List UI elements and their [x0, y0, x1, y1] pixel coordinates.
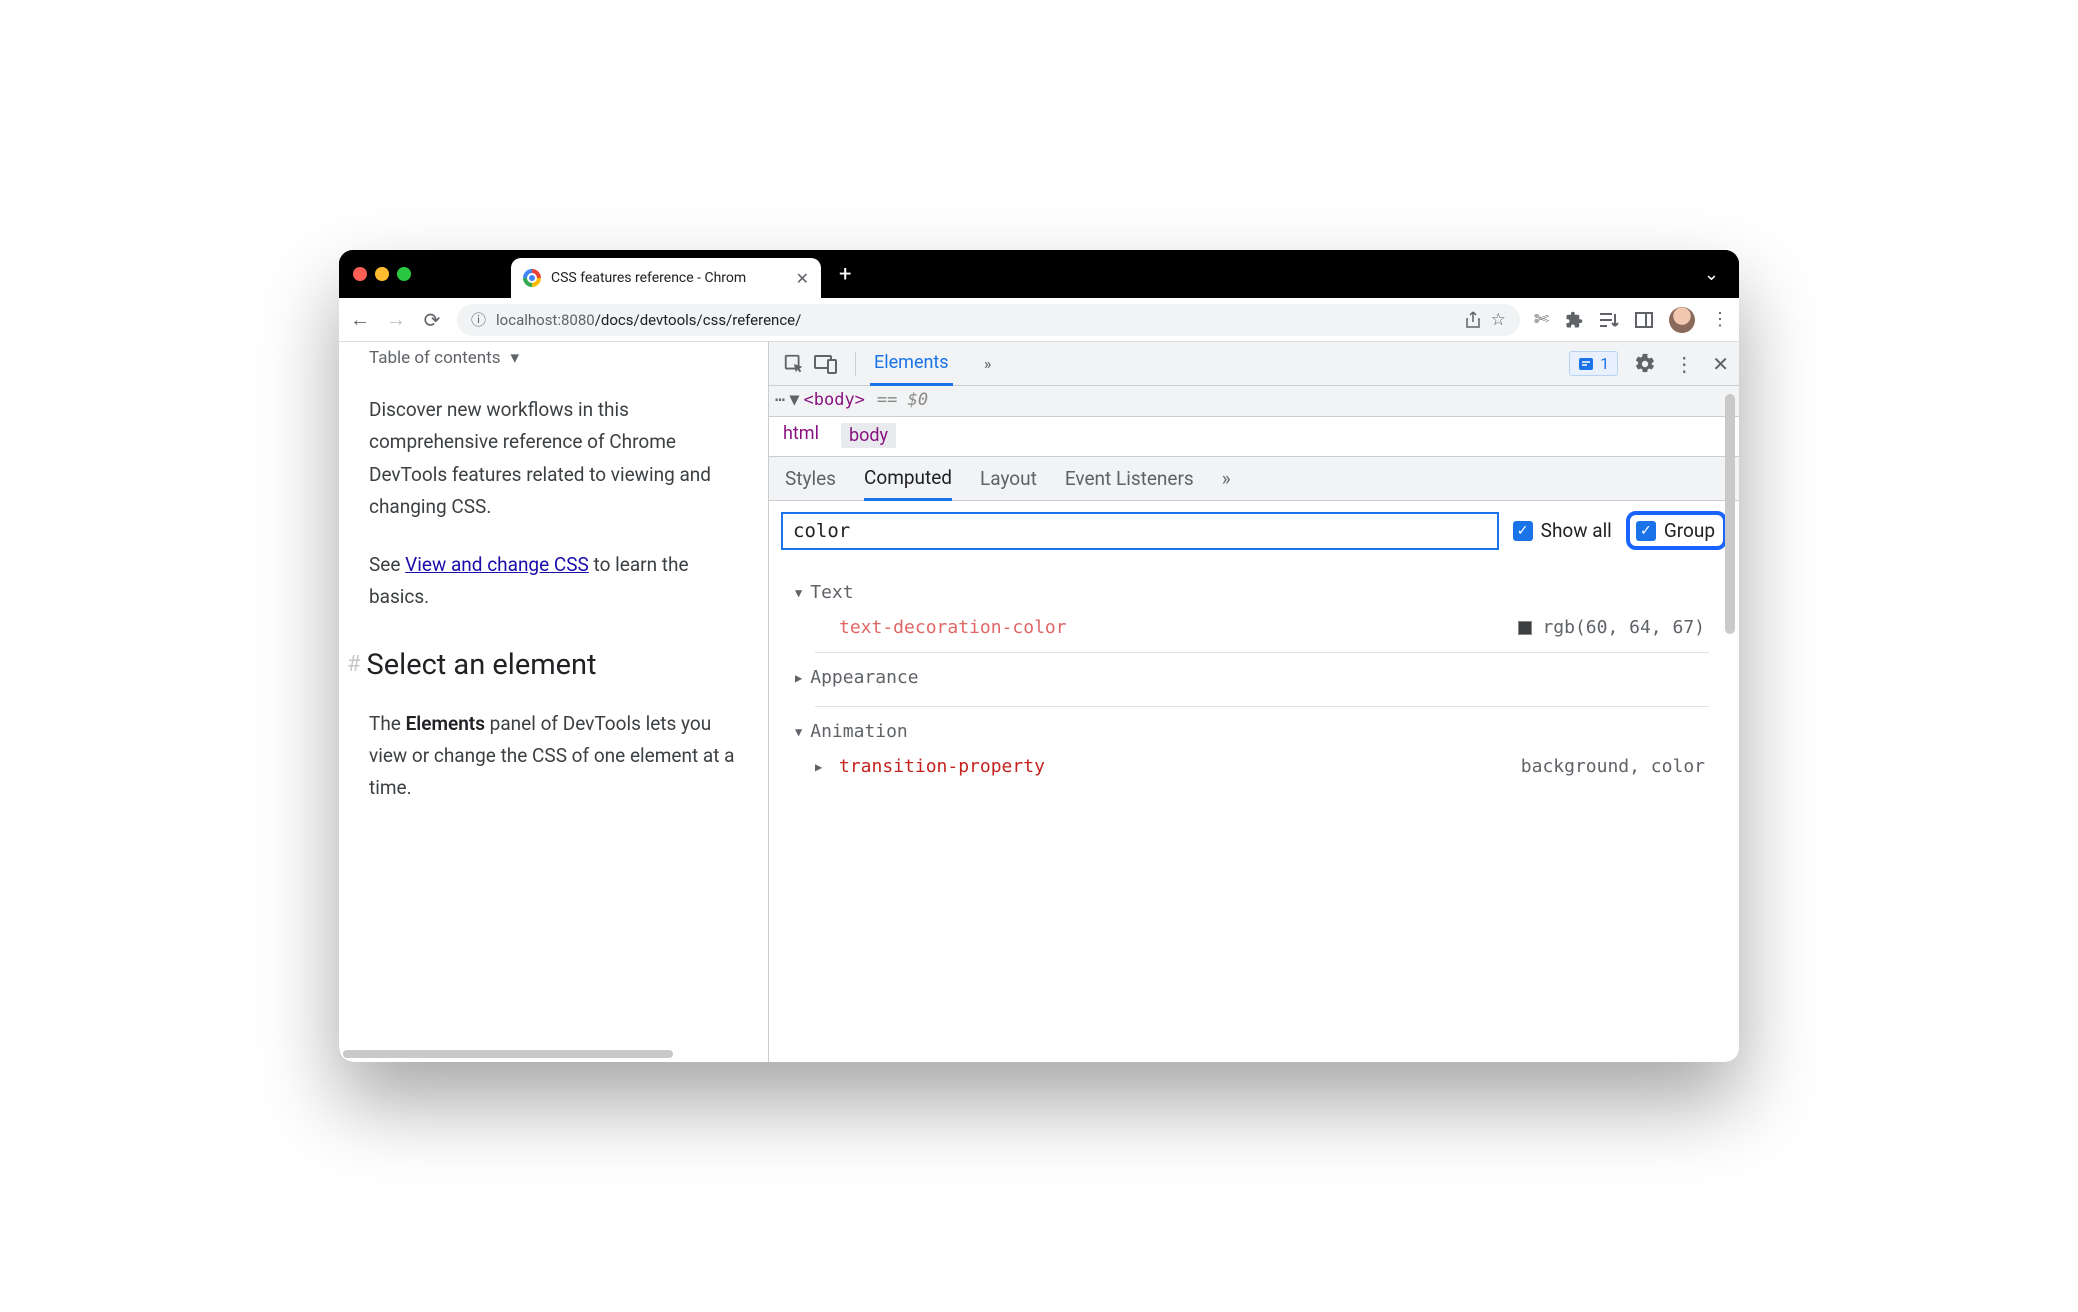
- elements-tab[interactable]: Elements: [870, 342, 953, 386]
- reading-list-icon[interactable]: [1599, 312, 1619, 328]
- crumb-html[interactable]: html: [783, 423, 819, 448]
- triangle-down-icon: ▼: [795, 586, 802, 600]
- select-element-heading: # Select an element: [369, 648, 746, 682]
- elements-paragraph: The Elements panel of DevTools lets you …: [369, 708, 746, 805]
- side-panel-icon[interactable]: [1635, 312, 1653, 328]
- webpage-content: Table of contents ▾ Discover new workflo…: [339, 342, 769, 1062]
- site-info-icon[interactable]: ⓘ: [471, 309, 486, 330]
- tab-computed[interactable]: Computed: [864, 457, 952, 501]
- back-button[interactable]: ←: [349, 307, 371, 332]
- triangle-right-icon: ▶: [795, 671, 802, 685]
- table-of-contents-toggle[interactable]: Table of contents ▾: [369, 348, 746, 368]
- inspect-element-icon[interactable]: [779, 349, 809, 379]
- group-label: Group: [1664, 519, 1715, 542]
- vertical-scrollbar[interactable]: [1725, 394, 1735, 634]
- show-all-label: Show all: [1541, 519, 1612, 542]
- chevron-down-icon: ▾: [510, 348, 519, 368]
- intro-paragraph: Discover new workflows in this comprehen…: [369, 394, 746, 523]
- forward-button[interactable]: →: [385, 307, 407, 332]
- devtools-toolbar: Elements » 1 ⋮ ✕: [769, 342, 1739, 386]
- property-name: text-decoration-color: [839, 617, 1067, 638]
- anchor-hash-icon[interactable]: #: [347, 652, 361, 677]
- profile-avatar[interactable]: [1669, 307, 1695, 333]
- tab-list-button[interactable]: ⌄: [1704, 264, 1719, 285]
- crumb-body[interactable]: body: [841, 423, 896, 448]
- triangle-right-icon: ▶: [815, 760, 829, 774]
- property-transition-property[interactable]: ▶ transition-property background, color: [815, 756, 1709, 777]
- device-toggle-icon[interactable]: [811, 349, 841, 379]
- share-icon[interactable]: [1465, 311, 1481, 329]
- computed-properties: ▼ Text text-decoration-color rgb(60, 64,…: [769, 560, 1739, 801]
- close-tab-button[interactable]: ✕: [796, 269, 809, 288]
- tab-layout[interactable]: Layout: [980, 457, 1037, 501]
- dom-selected-ref: == $0: [877, 390, 928, 410]
- ellipsis-icon: ⋯: [775, 390, 785, 410]
- browser-toolbar: ← → ⟳ ⓘ localhost:8080/docs/devtools/css…: [339, 298, 1739, 342]
- property-text-decoration-color[interactable]: text-decoration-color rgb(60, 64, 67): [815, 617, 1709, 638]
- browser-tab[interactable]: CSS features reference - Chrom ✕: [511, 258, 821, 298]
- dom-tree-row[interactable]: ⋯ ▼ <body> == $0: [769, 386, 1739, 417]
- issues-count: 1: [1600, 354, 1609, 373]
- close-devtools-button[interactable]: ✕: [1712, 352, 1729, 376]
- checkbox-checked-icon: ✓: [1513, 521, 1533, 541]
- filter-input[interactable]: [781, 512, 1499, 550]
- group-animation-header[interactable]: ▼ Animation: [795, 721, 1709, 742]
- extensions-icon[interactable]: [1565, 311, 1583, 329]
- new-tab-button[interactable]: +: [839, 262, 851, 287]
- chrome-menu-button[interactable]: ⋮: [1711, 309, 1729, 330]
- issues-badge[interactable]: 1: [1569, 351, 1618, 376]
- toc-label: Table of contents: [369, 348, 500, 368]
- tab-strip: CSS features reference - Chrom ✕ + ⌄: [339, 250, 1739, 298]
- dom-tag: <body>: [804, 390, 865, 410]
- property-value: rgb(60, 64, 67): [1518, 617, 1709, 638]
- group-appearance-header[interactable]: ▶ Appearance: [795, 667, 1709, 688]
- breadcrumb: html body: [769, 417, 1739, 457]
- see-paragraph: See View and change CSS to learn the bas…: [369, 549, 746, 614]
- maximize-window-button[interactable]: [397, 267, 411, 281]
- bookmark-icon[interactable]: ☆: [1491, 310, 1506, 330]
- devtools-panel: Elements » 1 ⋮ ✕ ⋯ ▼ <body>: [769, 342, 1739, 1062]
- divider: [815, 652, 1709, 653]
- group-text-header[interactable]: ▼ Text: [795, 582, 1709, 603]
- reload-button[interactable]: ⟳: [421, 308, 443, 332]
- more-tabs-chevron-icon[interactable]: »: [973, 349, 1003, 379]
- address-bar[interactable]: ⓘ localhost:8080/docs/devtools/css/refer…: [457, 304, 1520, 336]
- divider: [815, 706, 1709, 707]
- computed-filter-row: ✓ Show all ✓ Group: [769, 501, 1739, 560]
- horizontal-scrollbar[interactable]: [343, 1050, 673, 1058]
- browser-window: CSS features reference - Chrom ✕ + ⌄ ← →…: [339, 250, 1739, 1062]
- tab-styles[interactable]: Styles: [785, 457, 836, 501]
- group-checkbox[interactable]: ✓ Group: [1626, 511, 1727, 550]
- window-controls: [353, 267, 411, 281]
- settings-gear-icon[interactable]: [1634, 353, 1656, 375]
- show-all-checkbox[interactable]: ✓ Show all: [1513, 519, 1612, 542]
- content-area: Table of contents ▾ Discover new workflo…: [339, 342, 1739, 1062]
- checkbox-checked-icon: ✓: [1636, 521, 1656, 541]
- url-text: localhost:8080/docs/devtools/css/referen…: [496, 311, 801, 329]
- tab-title: CSS features reference - Chrom: [551, 270, 786, 286]
- tab-event-listeners[interactable]: Event Listeners: [1065, 457, 1194, 501]
- triangle-down-icon: ▼: [795, 725, 802, 739]
- devtools-menu-icon[interactable]: ⋮: [1674, 352, 1694, 376]
- styles-subtabs: Styles Computed Layout Event Listeners »: [769, 457, 1739, 501]
- view-change-css-link[interactable]: View and change CSS: [405, 553, 589, 576]
- minimize-window-button[interactable]: [375, 267, 389, 281]
- more-subtabs-chevron-icon[interactable]: »: [1222, 457, 1231, 501]
- expand-triangle-icon[interactable]: ▼: [789, 390, 799, 410]
- scissors-icon[interactable]: ✄: [1534, 309, 1549, 330]
- close-window-button[interactable]: [353, 267, 367, 281]
- property-name: transition-property: [839, 756, 1045, 777]
- chrome-favicon-icon: [523, 269, 541, 287]
- property-value: background, color: [1521, 756, 1709, 777]
- color-swatch-icon[interactable]: [1518, 621, 1532, 635]
